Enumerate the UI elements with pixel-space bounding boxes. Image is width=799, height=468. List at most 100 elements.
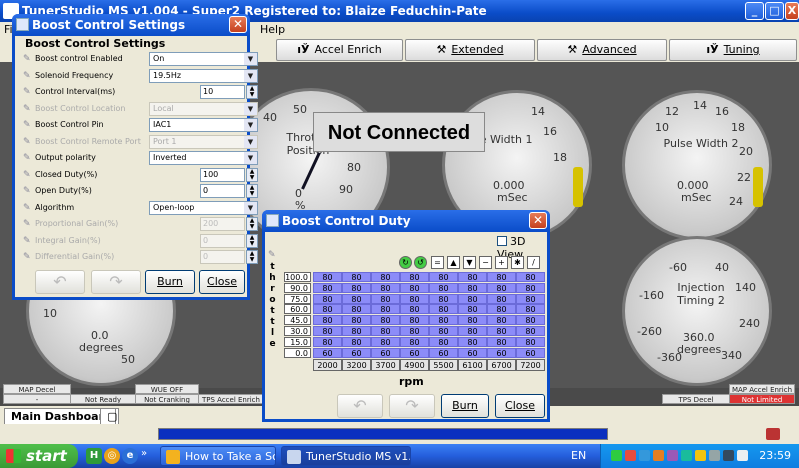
- redo-button[interactable]: ↷: [91, 270, 141, 294]
- x-axis-value[interactable]: 4900: [400, 359, 429, 372]
- equals-icon[interactable]: =: [431, 256, 444, 269]
- table-cell[interactable]: 80: [429, 282, 458, 293]
- redo-button[interactable]: ↷: [389, 394, 435, 418]
- table-cell[interactable]: 80: [487, 326, 516, 336]
- arrow-down-icon[interactable]: ▼: [463, 256, 476, 269]
- setting-dropdown[interactable]: Open-loop ▼: [149, 200, 258, 215]
- extended-button[interactable]: ⚒ Extended: [405, 39, 535, 61]
- menu-help[interactable]: Help: [260, 23, 285, 36]
- table-cell[interactable]: 80: [342, 315, 371, 326]
- y-axis-value[interactable]: 15.0: [284, 336, 311, 347]
- table-cell[interactable]: 80: [400, 282, 429, 293]
- table-cell[interactable]: 80: [313, 315, 342, 326]
- chevron-down-icon[interactable]: ▼: [244, 119, 257, 131]
- table-cell[interactable]: 80: [313, 336, 342, 347]
- close-icon[interactable]: ✕: [529, 212, 547, 229]
- tray-icon[interactable]: [695, 450, 706, 461]
- 3d-view-checkbox[interactable]: [497, 236, 507, 246]
- tray-icon[interactable]: [625, 450, 636, 461]
- table-cell[interactable]: 60: [429, 347, 458, 358]
- y-axis-value[interactable]: 30.0: [284, 326, 311, 336]
- table-cell[interactable]: 80: [487, 282, 516, 293]
- table-cell[interactable]: 80: [429, 326, 458, 336]
- pencil-icon[interactable]: /: [527, 256, 540, 269]
- table-cell[interactable]: 80: [371, 293, 400, 304]
- undo-button[interactable]: ↶: [35, 270, 85, 294]
- table-cell[interactable]: 80: [371, 282, 400, 293]
- close-icon[interactable]: ✕: [229, 16, 247, 33]
- spinner-arrows-icon[interactable]: ▲ ▼: [246, 233, 258, 248]
- chrome-icon[interactable]: ◎: [104, 448, 120, 464]
- table-cell[interactable]: 80: [400, 326, 429, 336]
- table-cell[interactable]: 80: [313, 293, 342, 304]
- x-axis-value[interactable]: 6700: [487, 359, 516, 372]
- table-cell[interactable]: 80: [487, 336, 516, 347]
- spinner-arrows-icon[interactable]: ▲ ▼: [246, 85, 258, 99]
- advanced-button[interactable]: ⚒ Advanced: [537, 39, 667, 61]
- setting-input[interactable]: 10: [200, 85, 245, 99]
- table-cell[interactable]: 60: [371, 347, 400, 358]
- tray-icon[interactable]: [723, 450, 734, 461]
- y-axis-value[interactable]: 75.0: [284, 293, 311, 304]
- boost-settings-titlebar[interactable]: Boost Control Settings ✕: [12, 14, 250, 36]
- table-cell[interactable]: 80: [487, 315, 516, 326]
- chevron-down-icon[interactable]: ▼: [244, 201, 257, 214]
- accel-enrich-button[interactable]: ıЎ Accel Enrich: [276, 39, 403, 61]
- burn-button[interactable]: Burn: [145, 270, 195, 294]
- table-cell[interactable]: 60: [342, 347, 371, 358]
- table-cell[interactable]: 60: [487, 347, 516, 358]
- spinner-arrows-icon[interactable]: ▲ ▼: [246, 167, 258, 182]
- table-cell[interactable]: 80: [487, 272, 516, 282]
- table-cell[interactable]: 80: [400, 336, 429, 347]
- table-cell[interactable]: 80: [371, 326, 400, 336]
- tray-icon[interactable]: [667, 450, 678, 461]
- arrow-up-icon[interactable]: ▲: [447, 256, 460, 269]
- x-axis-value[interactable]: 3200: [342, 359, 371, 372]
- y-axis-value[interactable]: 60.0: [284, 304, 311, 315]
- table-cell[interactable]: 80: [400, 272, 429, 282]
- table-cell[interactable]: 80: [342, 272, 371, 282]
- chevron-down-icon[interactable]: ▼: [244, 102, 257, 115]
- x-axis-value[interactable]: 3700: [371, 359, 400, 372]
- table-cell[interactable]: 80: [313, 326, 342, 336]
- tray-icon[interactable]: [709, 450, 720, 461]
- quicklaunch-icon[interactable]: H: [86, 448, 102, 464]
- maximize-button[interactable]: □: [765, 2, 784, 20]
- plus-icon[interactable]: +: [495, 256, 508, 269]
- table-cell[interactable]: 80: [313, 272, 342, 282]
- new-tab-icon[interactable]: ▢: [100, 408, 117, 424]
- burn-button[interactable]: Burn: [441, 394, 489, 418]
- minimize-button[interactable]: _: [745, 2, 764, 20]
- table-cell[interactable]: 80: [487, 304, 516, 315]
- table-cell[interactable]: 80: [342, 304, 371, 315]
- speaker-icon[interactable]: [737, 450, 748, 461]
- spinner-arrows-icon[interactable]: ▲ ▼: [246, 250, 258, 264]
- table-cell[interactable]: 80: [458, 272, 487, 282]
- table-cell[interactable]: 80: [371, 272, 400, 282]
- spinner-arrows-icon[interactable]: ▲ ▼: [246, 184, 258, 198]
- table-cell[interactable]: 80: [371, 304, 400, 315]
- close-dialog-button[interactable]: Close: [495, 394, 545, 418]
- setting-dropdown[interactable]: Inverted ▼: [149, 151, 258, 165]
- x-axis-value[interactable]: 7200: [516, 359, 545, 372]
- table-cell[interactable]: 80: [313, 304, 342, 315]
- setting-dropdown[interactable]: IAC1 ▼: [149, 118, 258, 132]
- tuning-button[interactable]: ıЎ Tuning: [669, 39, 797, 61]
- table-cell[interactable]: 80: [516, 336, 545, 347]
- minus-icon[interactable]: −: [479, 256, 492, 269]
- table-cell[interactable]: 60: [400, 347, 429, 358]
- y-axis-value[interactable]: 100.0: [284, 272, 311, 282]
- table-cell[interactable]: 80: [371, 336, 400, 347]
- table-cell[interactable]: 80: [516, 272, 545, 282]
- y-axis-value[interactable]: 90.0: [284, 282, 311, 293]
- table-cell[interactable]: 80: [342, 293, 371, 304]
- boost-duty-titlebar[interactable]: Boost Control Duty ✕: [262, 210, 550, 232]
- task-item-browser[interactable]: How to Take a Scree...: [160, 446, 276, 466]
- close-dialog-button[interactable]: Close: [199, 270, 245, 294]
- table-cell[interactable]: 80: [516, 315, 545, 326]
- y-axis-value[interactable]: 45.0: [284, 315, 311, 326]
- y-axis-value[interactable]: 0.0: [284, 347, 311, 358]
- setting-input[interactable]: 100: [200, 167, 245, 182]
- chevron-icon[interactable]: »: [141, 448, 147, 459]
- gauge-injection-timing-2[interactable]: -60 40 140 -160 -260 240 -360 340 Inject…: [622, 236, 772, 386]
